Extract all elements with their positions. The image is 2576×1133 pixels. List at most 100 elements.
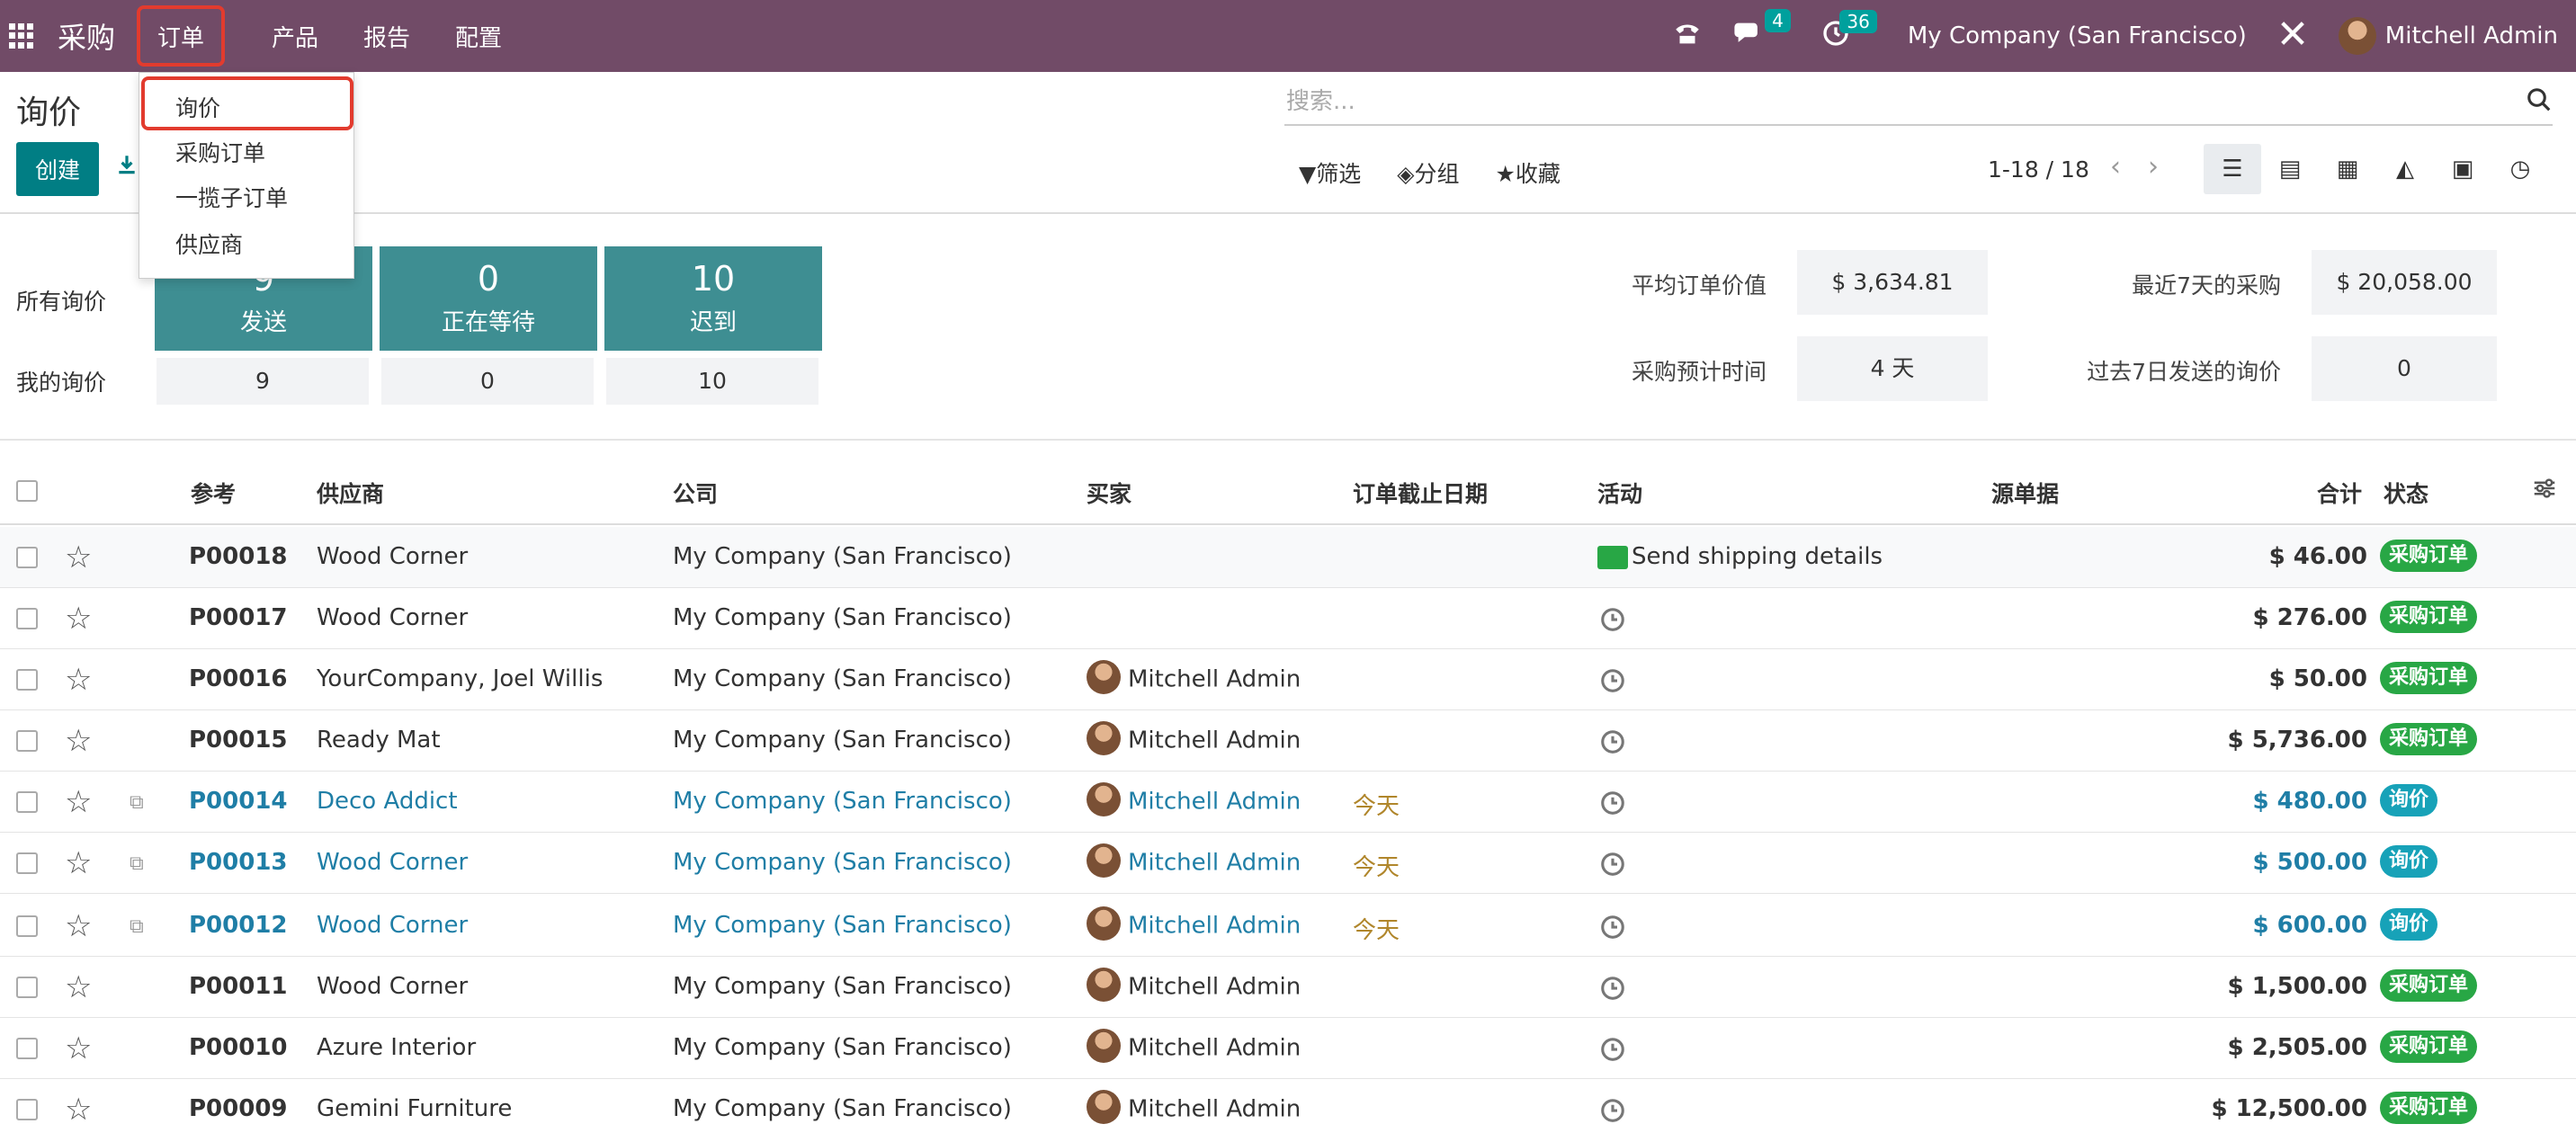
group-by-label: 分组 xyxy=(1414,161,1460,187)
star-icon: ★ xyxy=(1495,161,1516,187)
phone-icon[interactable] xyxy=(1672,18,1703,55)
apps-grid-icon[interactable] xyxy=(9,23,34,49)
row-checkbox[interactable] xyxy=(16,977,38,998)
star-icon[interactable]: ☆ xyxy=(65,784,92,820)
activity-view-icon[interactable]: ◷ xyxy=(2491,144,2549,194)
row-checkbox[interactable] xyxy=(16,547,38,568)
debug-tools-icon[interactable] xyxy=(2277,18,2308,55)
menu-reporting[interactable]: 报告 xyxy=(363,20,410,53)
activities-clock-icon[interactable]: 36 xyxy=(1821,9,1877,54)
activity-clock-icon[interactable] xyxy=(1599,851,1626,878)
activity-clock-icon[interactable] xyxy=(1599,790,1626,816)
star-icon[interactable]: ☆ xyxy=(65,662,92,698)
filter-button[interactable]: ▼筛选 xyxy=(1299,156,1361,189)
col-reference[interactable]: 参考 xyxy=(191,477,236,509)
col-company[interactable]: 公司 xyxy=(673,477,718,509)
row-checkbox[interactable] xyxy=(16,608,38,629)
dropdown-item-blanket-orders[interactable]: 一揽子订单 xyxy=(175,181,288,213)
dropdown-item-rfq[interactable]: 询价 xyxy=(175,91,220,123)
star-icon[interactable]: ☆ xyxy=(65,969,92,1005)
group-by-button[interactable]: ◈分组 xyxy=(1397,156,1459,189)
app-title[interactable]: 采购 xyxy=(58,15,115,57)
star-icon[interactable]: ☆ xyxy=(65,723,92,759)
create-button[interactable]: 创建 xyxy=(16,142,99,196)
row-checkbox[interactable] xyxy=(16,791,38,813)
tile-late[interactable]: 10 迟到 xyxy=(604,246,822,351)
col-source[interactable]: 源单据 xyxy=(1991,477,2059,509)
select-all-checkbox[interactable] xyxy=(16,480,38,502)
col-vendor[interactable]: 供应商 xyxy=(317,477,384,509)
menu-orders-label: 订单 xyxy=(157,24,204,52)
my-sent-count[interactable]: 9 xyxy=(157,358,369,405)
activity-clock-icon[interactable] xyxy=(1599,1036,1626,1063)
menu-orders[interactable]: 订单 xyxy=(137,5,225,67)
row-buyer-name: Mitchell Admin xyxy=(1128,788,1301,816)
download-icon[interactable] xyxy=(115,153,139,183)
dropdown-item-purchase-orders[interactable]: 采购订单 xyxy=(175,136,265,168)
table-row[interactable]: ☆ P00010 Azure Interior My Company (San Fra… xyxy=(0,1018,2576,1079)
chevron-left-icon[interactable]: ‹ xyxy=(2110,151,2121,183)
row-checkbox[interactable] xyxy=(16,669,38,691)
row-checkbox[interactable] xyxy=(16,730,38,752)
row-checkbox[interactable] xyxy=(16,1038,38,1059)
star-icon[interactable]: ☆ xyxy=(65,908,92,944)
table-row[interactable]: ☆ P00017 Wood Corner My Company (San Franci… xyxy=(0,588,2576,649)
table-row[interactable]: ☆ P00016 YourCompany, Joel Willis My Compan… xyxy=(0,649,2576,710)
my-waiting-count[interactable]: 0 xyxy=(381,358,594,405)
row-company: My Company (San Francisco) xyxy=(673,665,1012,692)
calendar-view-icon[interactable]: ▣ xyxy=(2434,144,2491,194)
activity-clock-icon[interactable] xyxy=(1599,667,1626,694)
activity-clock-icon[interactable] xyxy=(1599,606,1626,633)
my-late-count[interactable]: 10 xyxy=(606,358,818,405)
row-activity[interactable]: Send shipping details xyxy=(1597,543,1883,570)
table-row[interactable]: ☆ P00015 Ready Mat My Company (San Francisc… xyxy=(0,710,2576,772)
table-row[interactable]: ☆ P00009 Gemini Furniture My Company (San F… xyxy=(0,1079,2576,1133)
star-icon[interactable]: ☆ xyxy=(65,540,92,575)
row-buyer-name: Mitchell Admin xyxy=(1128,665,1301,693)
activity-clock-icon[interactable] xyxy=(1599,728,1626,755)
messages-icon[interactable]: 4 xyxy=(1733,8,1791,55)
col-buyer[interactable]: 买家 xyxy=(1087,477,1131,509)
pager-value[interactable]: 1-18 / 18 xyxy=(1988,156,2089,183)
tile-waiting[interactable]: 0 正在等待 xyxy=(380,246,597,351)
row-checkbox[interactable] xyxy=(16,1099,38,1120)
user-menu[interactable]: Mitchell Admin xyxy=(2338,17,2558,55)
row-checkbox[interactable] xyxy=(16,915,38,937)
activity-clock-icon[interactable] xyxy=(1599,1097,1626,1124)
table-row[interactable]: ☆ ⧉ P00014 Deco Addict My Company (San Franc… xyxy=(0,772,2576,833)
search-icon[interactable] xyxy=(2526,86,2553,113)
col-activity[interactable]: 活动 xyxy=(1597,477,1642,509)
favorites-button[interactable]: ★收藏 xyxy=(1496,156,1561,189)
dropdown-item-vendors[interactable]: 供应商 xyxy=(175,227,243,260)
table-row[interactable]: ☆ ⧉ P00012 Wood Corner My Company (San Franc… xyxy=(0,896,2576,957)
row-buyer: Mitchell Admin xyxy=(1087,782,1301,816)
layers-icon: ◈ xyxy=(1397,161,1415,187)
company-switcher[interactable]: My Company (San Francisco) xyxy=(1908,22,2247,49)
row-deadline: 今天 xyxy=(1353,917,1400,944)
menu-products[interactable]: 产品 xyxy=(272,20,318,53)
col-total[interactable]: 合计 xyxy=(2317,477,2362,509)
col-status[interactable]: 状态 xyxy=(2384,477,2428,509)
star-icon[interactable]: ☆ xyxy=(65,845,92,881)
chevron-right-icon[interactable]: › xyxy=(2148,151,2159,183)
table-row[interactable]: ☆ ⧉ P00013 Wood Corner My Company (San Franc… xyxy=(0,833,2576,894)
star-icon[interactable]: ☆ xyxy=(65,1092,92,1128)
menu-configuration[interactable]: 配置 xyxy=(455,20,502,53)
activity-clock-icon[interactable] xyxy=(1599,914,1626,941)
row-buyer: Mitchell Admin xyxy=(1087,721,1301,755)
kanban-view-icon[interactable]: ▤ xyxy=(2261,144,2319,194)
col-deadline[interactable]: 订单截止日期 xyxy=(1353,477,1488,509)
activity-clock-icon[interactable] xyxy=(1599,975,1626,1002)
pivot-view-icon[interactable]: ▦ xyxy=(2319,144,2376,194)
star-icon[interactable]: ☆ xyxy=(65,601,92,637)
column-settings-icon[interactable] xyxy=(2531,475,2558,507)
table-row[interactable]: ☆ P00018 Wood Corner My Company (San Franci… xyxy=(0,527,2576,588)
list-view-icon[interactable]: ☰ xyxy=(2204,144,2261,194)
row-company: My Company (San Francisco) xyxy=(673,604,1012,631)
graph-view-icon[interactable]: ◭ xyxy=(2376,144,2434,194)
table-row[interactable]: ☆ P00011 Wood Corner My Company (San Franci… xyxy=(0,957,2576,1018)
avg-order-value: $ 3,634.81 xyxy=(1797,250,1988,315)
row-checkbox[interactable] xyxy=(16,852,38,874)
search-input[interactable] xyxy=(1284,81,2553,122)
star-icon[interactable]: ☆ xyxy=(65,1030,92,1066)
